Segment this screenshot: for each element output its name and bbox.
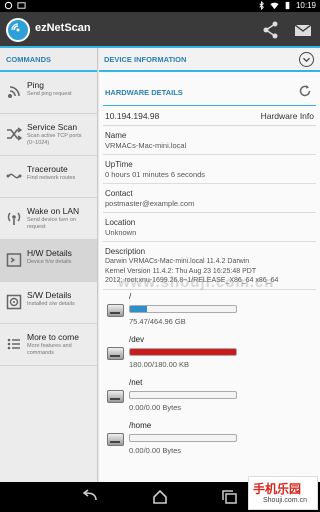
wifi-icon [270, 2, 279, 10]
device-info-pane: DEVICE INFORMATION HARDWARE DETAILS 10.1… [99, 48, 320, 482]
bluetooth-icon [259, 1, 264, 10]
disk-path: /net [129, 377, 143, 387]
ip-row: 10.194.194.98 Hardware Info [103, 106, 316, 126]
disk-path: /home [129, 420, 152, 430]
field-label: Description [105, 247, 146, 256]
command-title: Wake on LAN [27, 206, 80, 216]
brand-cn: 手机乐园 [253, 482, 302, 496]
app-logo-icon[interactable] [6, 18, 30, 42]
field-label: Name [105, 131, 127, 140]
hard-drive-icon [107, 389, 124, 403]
disk-item: /net 0.00/0.00 Bytes [103, 376, 316, 419]
status-time: 10:19 [295, 1, 316, 10]
hardware-icon [6, 253, 22, 267]
refresh-icon[interactable] [298, 84, 312, 98]
command-title: S/W Details [27, 290, 72, 300]
hard-drive-icon [107, 346, 124, 360]
disk-item: /dev 180.00/180.00 KB [103, 333, 316, 376]
watermark-text: www.shouji.com.cn [118, 274, 275, 291]
battery-icon [285, 1, 290, 10]
command-title: More to come [27, 332, 79, 342]
shuffle-icon [7, 127, 22, 141]
command-subtitle: Scan active TCP ports (0~1024) [27, 133, 82, 146]
command-traceroute[interactable]: Traceroute Find network routes [0, 156, 97, 198]
home-icon[interactable] [150, 488, 170, 506]
route-icon [6, 173, 22, 179]
command-title: Ping [27, 80, 45, 90]
hard-drive-icon [107, 432, 124, 446]
command-subtitle: Send device turn on request [27, 217, 76, 230]
commands-pane: COMMANDS Ping Send ping request Service … [0, 48, 98, 482]
ip-address: 10.194.194.98 [105, 111, 160, 121]
field-label: Location [105, 218, 136, 227]
brand-en: Shouji.com.cn [263, 497, 307, 504]
disk-usage-bar [129, 433, 237, 442]
command-ping[interactable]: Ping Send ping request [0, 72, 97, 114]
disc-icon [6, 294, 22, 310]
field-label: Contact [105, 189, 133, 198]
command-more[interactable]: More to come More features and commands [0, 324, 97, 366]
command-subtitle: Send ping request [27, 91, 72, 97]
hardware-info-label: Hardware Info [260, 111, 314, 121]
disk-usage-bar [129, 390, 237, 399]
mail-icon[interactable] [292, 19, 314, 41]
chevron-down-icon[interactable] [299, 52, 314, 67]
disk-usage-fill [130, 305, 148, 312]
field-name: Name VRMACs-Mac-mini.local [103, 126, 316, 155]
status-bar: 10:19 [0, 0, 320, 12]
disk-path: /dev [129, 334, 145, 344]
hardware-details-header: HARDWARE DETAILS [103, 76, 316, 106]
field-value: Unknown [105, 228, 137, 237]
hard-drive-icon [107, 303, 124, 317]
command-subtitle: More features and commands [27, 343, 72, 356]
app-title: ezNetScan [35, 22, 91, 34]
disk-usage: 0.00/0.00 Bytes [129, 445, 182, 455]
device-info-title: DEVICE INFORMATION [104, 55, 187, 64]
field-uptime: UpTime 0 hours 01 minutes 6 seconds [103, 155, 316, 184]
disk-usage-bar [129, 304, 237, 313]
command-hw-details[interactable]: H/W Details Device h/w details [0, 240, 97, 282]
disk-usage-fill [130, 348, 236, 355]
command-title: Service Scan [27, 122, 78, 132]
image-icon [17, 2, 26, 9]
disk-item: /home 0.00/0.00 Bytes [103, 419, 316, 462]
hardware-details-title: HARDWARE DETAILS [105, 88, 183, 97]
command-wake-on-lan[interactable]: Wake on LAN Send device turn on request [0, 198, 97, 240]
disk-list: / 75.47/464.96 GB /dev 180.00/180.00 KB … [99, 290, 320, 462]
list-icon [7, 338, 20, 350]
recent-apps-icon[interactable] [220, 488, 240, 506]
command-subtitle: Installed s/w details [27, 301, 75, 307]
notification-icon [4, 1, 13, 10]
field-label: UpTime [105, 160, 133, 169]
command-sw-details[interactable]: S/W Details Installed s/w details [0, 282, 97, 324]
antenna-icon [7, 212, 21, 225]
share-icon[interactable] [260, 19, 282, 41]
field-value: postmaster@example.com [105, 199, 195, 208]
navigation-bar: 手机乐园 Shouji.com.cn [0, 476, 320, 512]
disk-usage-bar [129, 347, 237, 356]
disk-item: / 75.47/464.96 GB [103, 290, 316, 333]
disk-usage: 75.47/464.96 GB [129, 316, 186, 326]
command-service-scan[interactable]: Service Scan Scan active TCP ports (0~10… [0, 114, 97, 156]
command-subtitle: Device h/w details [27, 259, 72, 265]
disk-path: / [129, 291, 132, 301]
field-value: 0 hours 01 minutes 6 seconds [105, 170, 206, 179]
disk-usage: 180.00/180.00 KB [129, 359, 190, 369]
field-contact: Contact postmaster@example.com [103, 184, 316, 213]
device-info-header: DEVICE INFORMATION [99, 48, 320, 72]
field-location: Location Unknown [103, 213, 316, 242]
action-bar: ezNetScan [0, 12, 320, 48]
content-area: COMMANDS Ping Send ping request Service … [0, 48, 320, 482]
disk-usage: 0.00/0.00 Bytes [129, 402, 182, 412]
command-title: H/W Details [27, 248, 72, 258]
field-value: VRMACs-Mac-mini.local [105, 141, 187, 150]
ping-icon [8, 86, 20, 98]
watermark-logo: 手机乐园 Shouji.com.cn [248, 476, 318, 510]
command-title: Traceroute [27, 164, 68, 174]
commands-header: COMMANDS [0, 48, 97, 72]
back-icon[interactable] [80, 488, 100, 506]
field-value: Darwin VRMACs-Mac-mini.local 11.4.2 Darw… [105, 258, 250, 265]
command-subtitle: Find network routes [27, 175, 76, 181]
